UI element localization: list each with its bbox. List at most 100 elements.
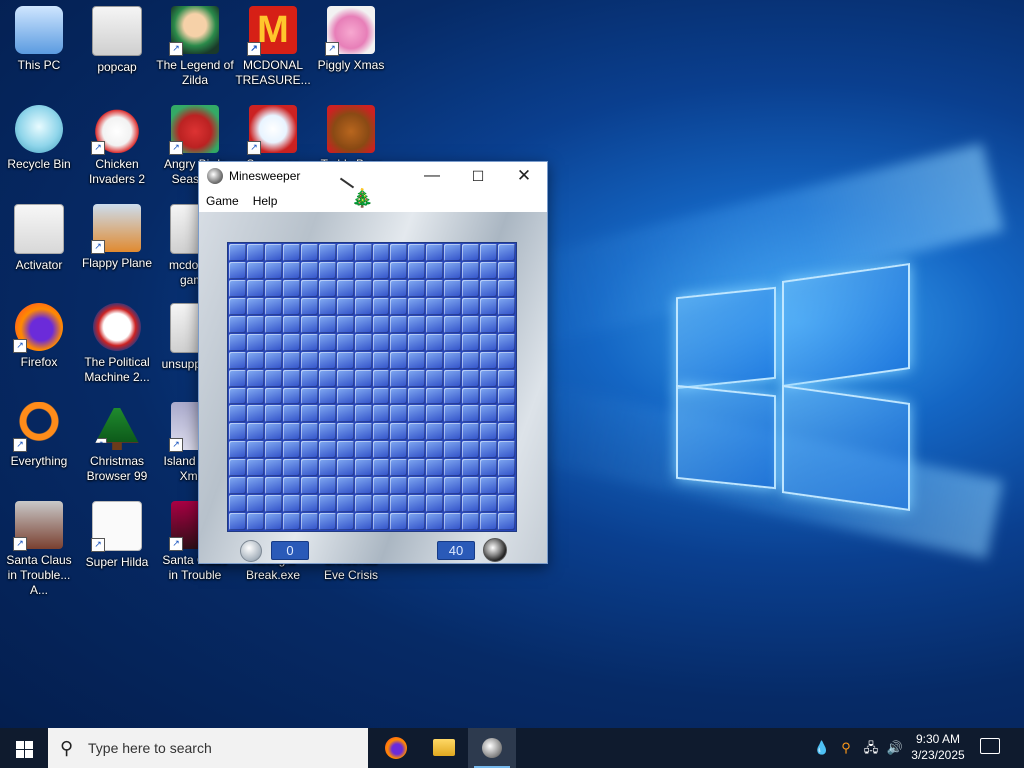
mine-tile[interactable] [354,315,372,333]
mine-tile[interactable] [462,279,480,297]
desktop-icon-chicken-invaders[interactable]: ↗ Chicken Invaders 2 [78,105,156,187]
mine-tile[interactable] [480,351,498,369]
mine-tile[interactable] [408,387,426,405]
mine-tile[interactable] [336,441,354,459]
mine-tile[interactable] [498,351,515,369]
desktop-icon-piggly-xmas[interactable]: ↗ Piggly Xmas [312,6,390,73]
mine-tile[interactable] [444,405,462,423]
mine-tile[interactable] [408,423,426,441]
mine-tile[interactable] [300,279,318,297]
mine-tile[interactable] [462,477,480,495]
mine-tile[interactable] [426,351,444,369]
mine-tile[interactable] [372,297,390,315]
mine-tile[interactable] [264,459,282,477]
mine-tile[interactable] [444,279,462,297]
mine-tile[interactable] [480,297,498,315]
mine-tile[interactable] [444,244,462,261]
mine-tile[interactable] [264,261,282,279]
mine-tile[interactable] [336,279,354,297]
network-icon[interactable]: 🖧 [860,728,882,768]
mine-tile[interactable] [480,405,498,423]
mine-tile[interactable] [246,387,264,405]
mine-tile[interactable] [372,459,390,477]
mine-tile[interactable] [426,297,444,315]
mine-tile[interactable] [408,369,426,387]
mine-tile[interactable] [354,244,372,261]
mine-tile[interactable] [229,315,246,333]
search-box[interactable]: ⚲ Type here to search [48,728,368,768]
mine-tile[interactable] [336,369,354,387]
desktop-icon-legend-of-zilda[interactable]: ↗ The Legend of Zilda [156,6,234,88]
mine-tile[interactable] [444,477,462,495]
mine-tile[interactable] [354,459,372,477]
mine-tile[interactable] [372,513,390,530]
mine-tile[interactable] [246,369,264,387]
mine-tile[interactable] [480,441,498,459]
mine-tile[interactable] [336,477,354,495]
mine-tile[interactable] [444,441,462,459]
mine-tile[interactable] [372,495,390,513]
mine-tile[interactable] [372,441,390,459]
desktop-icon-mcdonal-treasure[interactable]: M ↗ MCDONAL TREASURE... [234,6,312,88]
mine-tile[interactable] [498,495,515,513]
mine-tile[interactable] [229,495,246,513]
mine-tile[interactable] [426,387,444,405]
mine-tile[interactable] [318,369,336,387]
mine-tile[interactable] [372,405,390,423]
mine-tile[interactable] [390,315,408,333]
mine-tile[interactable] [426,441,444,459]
mine-tile[interactable] [229,244,246,261]
mine-tile[interactable] [300,315,318,333]
mine-tile[interactable] [408,513,426,530]
mine-tile[interactable] [246,441,264,459]
mine-tile[interactable] [426,405,444,423]
desktop-icon-flappy-plane[interactable]: ↗ Flappy Plane [78,204,156,271]
mine-tile[interactable] [390,513,408,530]
mine-tile[interactable] [300,351,318,369]
mine-tile[interactable] [318,513,336,530]
mine-tile[interactable] [264,244,282,261]
desktop-icon-christmas-browser[interactable]: ↗ Christmas Browser 99 [78,402,156,484]
mine-tile[interactable] [498,244,515,261]
mine-tile[interactable] [408,315,426,333]
mine-tile[interactable] [480,387,498,405]
mine-tile[interactable] [390,441,408,459]
mine-tile[interactable] [426,459,444,477]
mine-tile[interactable] [336,495,354,513]
mine-tile[interactable] [426,261,444,279]
mine-tile[interactable] [229,279,246,297]
mine-tile[interactable] [246,333,264,351]
mine-tile[interactable] [462,369,480,387]
mine-tile[interactable] [336,459,354,477]
mine-tile[interactable] [444,513,462,530]
mine-tile[interactable] [246,459,264,477]
mine-tile[interactable] [444,387,462,405]
mine-tile[interactable] [498,459,515,477]
mine-tile[interactable] [282,441,300,459]
mine-tile[interactable] [462,244,480,261]
mine-tile[interactable] [336,387,354,405]
mine-tile[interactable] [246,477,264,495]
mine-tile[interactable] [462,297,480,315]
mine-tile[interactable] [462,333,480,351]
mine-tile[interactable] [462,513,480,530]
mine-tile[interactable] [354,279,372,297]
desktop-icon-recycle-bin[interactable]: Recycle Bin [0,105,78,172]
mine-tile[interactable] [300,441,318,459]
mine-tile[interactable] [336,261,354,279]
mine-tile[interactable] [246,279,264,297]
mine-tile[interactable] [264,297,282,315]
mine-tile[interactable] [426,423,444,441]
mine-tile[interactable] [282,423,300,441]
mine-tile[interactable] [498,297,515,315]
mine-tile[interactable] [408,459,426,477]
mine-tile[interactable] [336,244,354,261]
mine-tile[interactable] [480,423,498,441]
mine-tile[interactable] [246,297,264,315]
mine-tile[interactable] [282,477,300,495]
mine-tile[interactable] [462,441,480,459]
maximize-button[interactable]: ☐ [455,162,501,190]
mine-tile[interactable] [498,405,515,423]
mine-tile[interactable] [498,513,515,530]
mine-tile[interactable] [318,459,336,477]
